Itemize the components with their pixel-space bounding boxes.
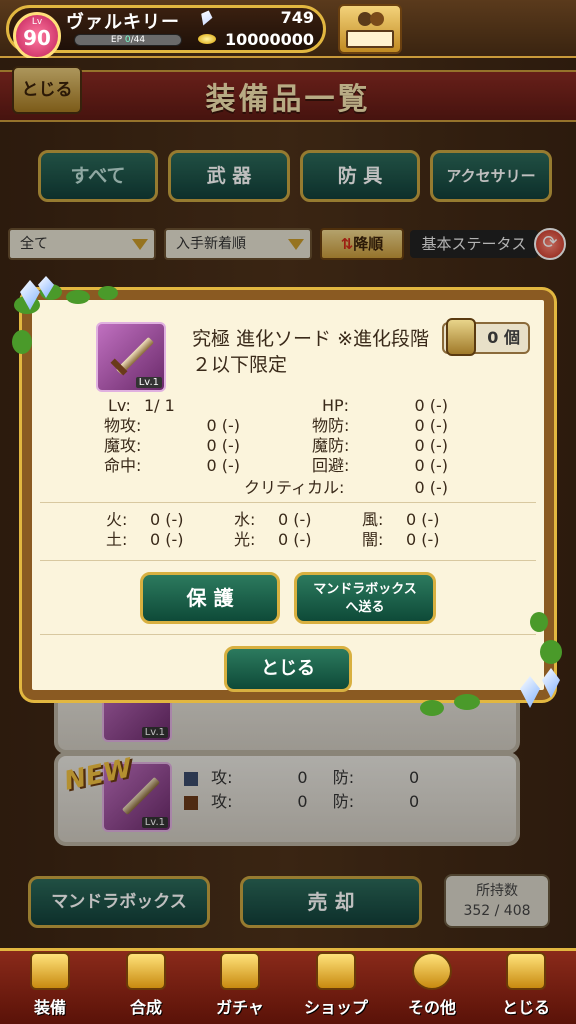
elem-dark-value: 0 (-) xyxy=(406,530,440,549)
book-icon xyxy=(346,30,394,48)
nav-label: 装備 xyxy=(33,998,66,1017)
item-thumbnail: Lv.1 xyxy=(96,322,166,392)
coin-icon xyxy=(198,34,216,44)
stat-eva-value: 0 (-) xyxy=(414,456,448,475)
stat-hp-value: 0 (-) xyxy=(414,396,448,415)
nav-fusion[interactable]: 合成 xyxy=(106,952,186,1022)
nav-label: とじる xyxy=(501,998,550,1017)
nav-label: ガチャ xyxy=(216,998,264,1017)
elem-wind-value: 0 (-) xyxy=(406,510,440,529)
nav-shop[interactable]: ショップ xyxy=(296,952,376,1022)
elem-fire-label: 火: xyxy=(106,510,128,529)
elem-fire-value: 0 (-) xyxy=(150,510,184,529)
stat-hp-label: HP: xyxy=(322,396,350,415)
elem-earth-label: 土: xyxy=(106,530,128,549)
elem-light-label: 光: xyxy=(234,530,256,549)
send-label-1: マンドラボックス xyxy=(313,582,417,597)
elem-light-value: 0 (-) xyxy=(278,530,312,549)
stat-pdef-value: 0 (-) xyxy=(414,416,448,435)
vine-leaf-icon xyxy=(66,290,90,304)
stat-lv-value: 1/ 1 xyxy=(144,396,175,415)
stat-mdef-value: 0 (-) xyxy=(414,436,448,455)
stat-matk-value: 0 (-) xyxy=(206,436,240,455)
stat-patk-value: 0 (-) xyxy=(206,416,240,435)
vine-leaf-icon xyxy=(454,694,480,710)
gear-icon xyxy=(412,952,452,990)
equip-icon xyxy=(30,952,70,990)
vine-leaf-icon xyxy=(540,640,562,664)
stat-mdef-label: 魔防: xyxy=(312,436,350,455)
level-value: 90 xyxy=(23,26,51,50)
nav-label: ショップ xyxy=(303,998,368,1017)
divider xyxy=(40,502,536,503)
mandra-icon xyxy=(446,318,476,356)
gacha-icon xyxy=(220,952,260,990)
elem-earth-value: 0 (-) xyxy=(150,530,184,549)
ep-label: EP xyxy=(110,35,123,45)
stat-eva-label: 回避: xyxy=(312,456,350,475)
stat-lv-label: Lv: xyxy=(108,396,131,415)
player-name: ヴァルキリー xyxy=(66,12,180,33)
vine-leaf-icon xyxy=(12,330,32,354)
stat-crit-value: 0 (-) xyxy=(414,478,448,497)
nav-equip[interactable]: 装備 xyxy=(10,952,90,1022)
gem-count: 749 xyxy=(280,8,314,27)
hammer-icon xyxy=(126,952,166,990)
crystal-icon xyxy=(316,952,356,990)
item-name: 究極 進化ソード ※進化段階２以下限定 xyxy=(192,328,429,376)
protect-button[interactable]: 保 護 xyxy=(140,572,280,624)
divider xyxy=(40,560,536,561)
friend-icon-2 xyxy=(370,12,384,26)
stat-crit-label: クリティカル: xyxy=(244,478,345,497)
elem-water-value: 0 (-) xyxy=(278,510,312,529)
friends-button[interactable] xyxy=(338,4,402,54)
send-label-2: へ送る xyxy=(345,600,385,615)
stat-hit-value: 0 (-) xyxy=(206,456,240,475)
nav-other[interactable]: その他 xyxy=(392,952,472,1022)
stat-matk-label: 魔攻: xyxy=(104,436,142,455)
elem-wind-label: 風: xyxy=(362,510,384,529)
stat-pdef-label: 物防: xyxy=(312,416,350,435)
vine-leaf-icon xyxy=(98,286,118,300)
ep-bar: EP 0/44 xyxy=(74,34,182,46)
nav-label: 合成 xyxy=(129,998,162,1017)
stat-hit-label: 命中: xyxy=(104,456,142,475)
nav-label: その他 xyxy=(407,998,456,1017)
vine-leaf-icon xyxy=(530,612,548,632)
level-circle: Lv 90 xyxy=(13,12,61,60)
nav-gacha[interactable]: ガチャ xyxy=(200,952,280,1022)
stat-patk-label: 物攻: xyxy=(104,416,142,435)
elem-water-label: 水: xyxy=(234,510,256,529)
elem-dark-label: 闇: xyxy=(362,530,384,549)
nav-close[interactable]: とじる xyxy=(486,952,566,1022)
item-level: Lv.1 xyxy=(135,377,162,388)
modal-close-button[interactable]: とじる xyxy=(224,646,352,692)
send-to-mandra-button[interactable]: マンドラボックス へ送る xyxy=(294,572,436,624)
ep-max: /44 xyxy=(130,35,146,45)
vine-leaf-icon xyxy=(420,700,444,716)
gold-count: 10000000 xyxy=(224,30,314,49)
divider xyxy=(40,634,536,635)
mascot-icon xyxy=(506,952,546,990)
